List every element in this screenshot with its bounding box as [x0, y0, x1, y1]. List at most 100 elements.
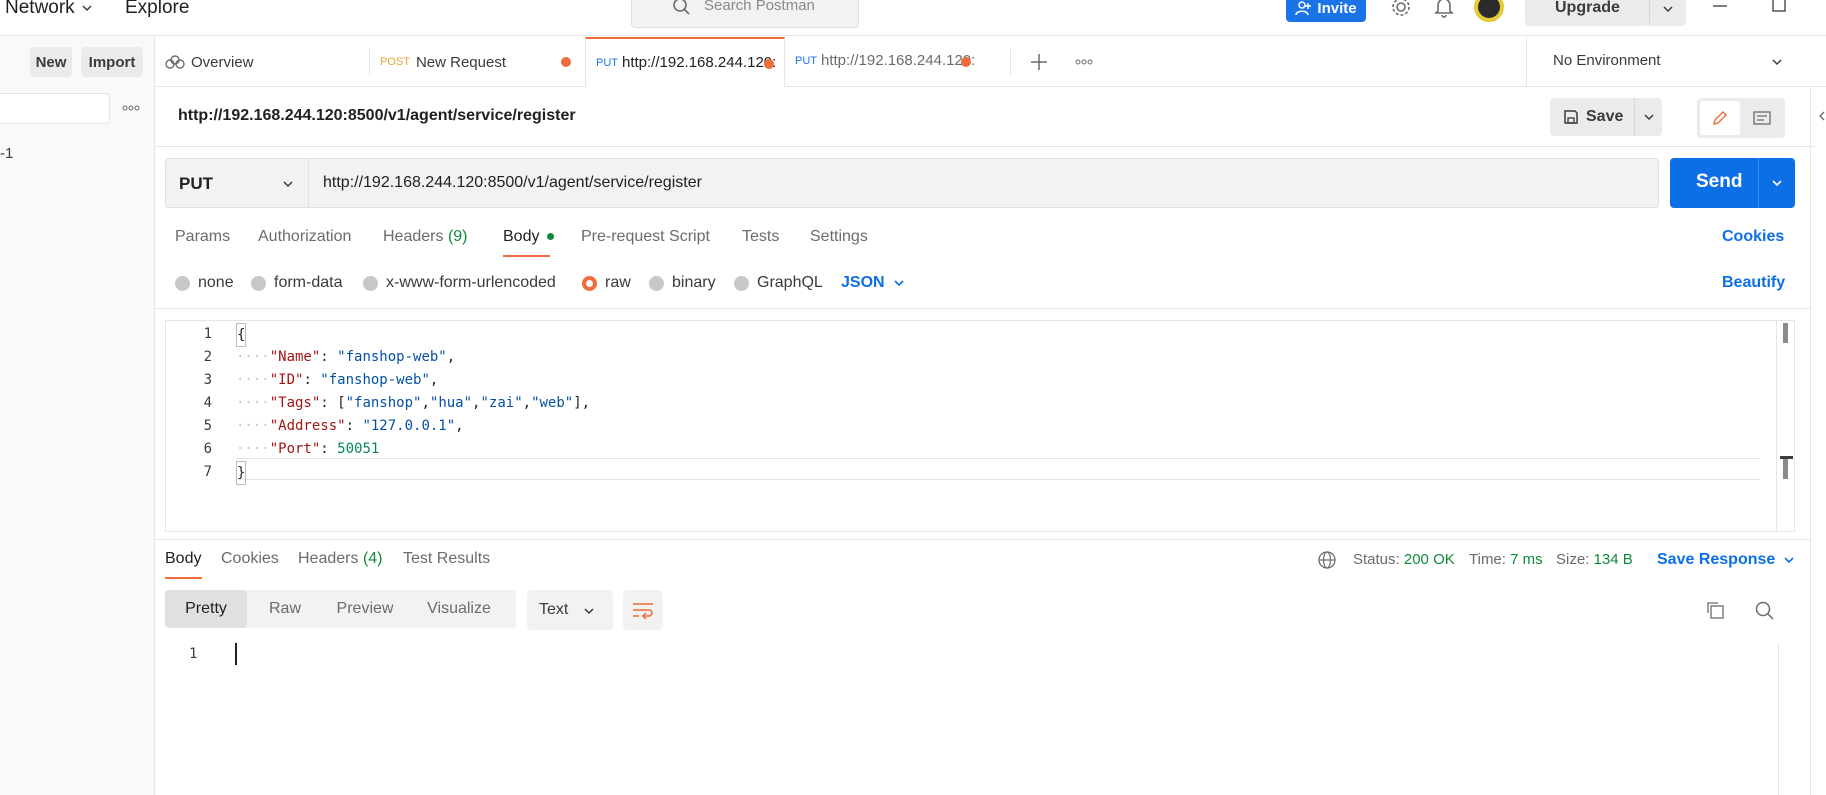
tab-params[interactable]: Params — [175, 228, 230, 246]
sidebar-filter-input[interactable] — [0, 93, 110, 124]
json-key: "Tags" — [269, 395, 321, 411]
search-placeholder: Search Postman — [704, 0, 815, 14]
search-input[interactable]: Search Postman — [631, 0, 859, 28]
radio-label: form-data — [274, 274, 343, 291]
chevron-down-icon — [584, 608, 594, 615]
minimize-icon[interactable] — [1712, 0, 1728, 16]
radio-label: GraphQL — [757, 274, 823, 291]
tab-headers-label: Headers — [383, 228, 444, 245]
tab-headers[interactable]: Headers (9) — [383, 228, 468, 246]
format-select[interactable]: JSON — [841, 274, 905, 292]
cookies-link[interactable]: Cookies — [1722, 228, 1784, 246]
save-button[interactable]: Save — [1550, 98, 1662, 136]
scroll-marker-bar — [1783, 459, 1788, 479]
divider — [155, 146, 1815, 147]
maximize-icon[interactable] — [1772, 0, 1786, 12]
unsaved-dot — [961, 57, 971, 67]
copy-icon[interactable] — [1706, 601, 1724, 619]
line-number: 1 — [189, 646, 198, 662]
save-dropdown[interactable] — [1634, 98, 1662, 136]
nav-network[interactable]: Network — [5, 0, 93, 19]
line-number: 6 — [203, 441, 212, 457]
response-tab-headers[interactable]: Headers (4) — [298, 550, 383, 568]
method-select[interactable]: PUT — [165, 158, 309, 208]
beautify-button[interactable]: Beautify — [1722, 274, 1785, 292]
radio-graphql[interactable]: GraphQL — [734, 274, 823, 292]
upgrade-button[interactable]: Upgrade — [1525, 0, 1686, 26]
current-line-highlight — [236, 458, 1760, 480]
sidebar-item[interactable]: -1 — [0, 145, 13, 162]
response-tab-test-results[interactable]: Test Results — [403, 550, 490, 568]
invite-label: Invite — [1317, 0, 1357, 17]
radio-none[interactable]: none — [175, 274, 234, 292]
tab-body[interactable]: Body — [503, 228, 554, 246]
tab-authorization[interactable]: Authorization — [258, 228, 351, 246]
mode-raw[interactable]: Raw — [247, 590, 323, 628]
tab-divider — [369, 49, 370, 75]
response-headers-label: Headers — [298, 550, 359, 567]
plus-icon[interactable] — [1030, 53, 1048, 71]
tab-tests[interactable]: Tests — [742, 228, 779, 246]
size-label: Size: — [1556, 551, 1590, 568]
tab-method: POST — [380, 56, 410, 68]
line-number: 4 — [203, 395, 212, 411]
bell-icon[interactable] — [1434, 0, 1454, 18]
import-button[interactable]: Import — [81, 47, 143, 77]
response-tab-body[interactable]: Body — [165, 550, 201, 568]
environment-select[interactable]: No Environment — [1526, 37, 1826, 87]
invite-button[interactable]: Invite — [1286, 0, 1366, 22]
wrap-lines-button[interactable] — [623, 590, 663, 630]
chevron-down-icon — [894, 280, 904, 287]
request-title[interactable]: http://192.168.244.120:8500/v1/agent/ser… — [178, 107, 576, 125]
tab-new-request[interactable]: POST New Request — [380, 37, 550, 87]
gear-icon[interactable] — [1390, 0, 1412, 18]
response-format-select[interactable]: Text — [527, 590, 613, 630]
send-dropdown[interactable] — [1758, 158, 1795, 208]
comment-mode-button[interactable] — [1742, 101, 1782, 135]
radio-circle — [363, 275, 378, 291]
tab-bar: Overview POST New Request PUT http://192… — [155, 37, 1826, 87]
tab-label: Overview — [191, 53, 254, 71]
body-editor[interactable]: 1 { 2 ····"Name": "fanshop-web", 3 ····"… — [165, 320, 1795, 532]
avatar[interactable] — [1474, 0, 1504, 22]
more-icon[interactable] — [1075, 59, 1093, 65]
view-toggle — [1697, 98, 1785, 138]
mode-visualize[interactable]: Visualize — [407, 590, 511, 628]
response-headers-count: (4) — [362, 550, 383, 567]
size-readout: Size: 134 B — [1556, 551, 1633, 568]
radio-urlencoded[interactable]: x-www-form-urlencoded — [363, 274, 556, 292]
nav-network-label: Network — [5, 0, 75, 18]
radio-form-data[interactable]: form-data — [251, 274, 342, 292]
save-icon — [1564, 110, 1578, 124]
response-body[interactable]: 1 — [165, 643, 1795, 795]
tab-prerequest-script[interactable]: Pre-request Script — [581, 228, 710, 246]
scrollbar-thumb[interactable] — [1783, 323, 1788, 343]
nav-explore[interactable]: Explore — [125, 0, 189, 19]
more-icon[interactable] — [122, 105, 140, 111]
time-value: 7 ms — [1510, 551, 1543, 568]
send-button[interactable]: Send — [1670, 158, 1795, 208]
response-format-label: Text — [539, 601, 569, 618]
radio-binary[interactable]: binary — [649, 274, 716, 292]
radio-raw[interactable]: raw — [582, 274, 631, 292]
tab-overview[interactable]: Overview — [165, 37, 365, 87]
tab-settings[interactable]: Settings — [810, 228, 868, 246]
edit-mode-button[interactable] — [1700, 101, 1740, 135]
chevron-down-icon — [1663, 6, 1673, 13]
url-input[interactable]: http://192.168.244.120:8500/v1/agent/ser… — [309, 158, 1659, 208]
mode-pretty[interactable]: Pretty — [165, 590, 247, 628]
tab-active-put[interactable]: PUT http://192.168.244.120: — [585, 37, 785, 87]
json-value: "127.0.0.1" — [362, 418, 456, 434]
mode-preview[interactable]: Preview — [323, 590, 407, 628]
format-label: JSON — [841, 274, 885, 291]
status-value: 200 OK — [1403, 551, 1455, 568]
tab-put-2[interactable]: PUT http://192.168.244.120: — [785, 37, 985, 87]
search-icon[interactable] — [1755, 601, 1775, 621]
globe-icon[interactable] — [1318, 551, 1336, 569]
response-view-modes: Pretty Raw Preview Visualize — [165, 590, 516, 628]
side-panel-icon[interactable] — [1818, 110, 1826, 122]
new-button[interactable]: New — [30, 47, 72, 77]
response-tab-cookies[interactable]: Cookies — [221, 550, 279, 568]
upgrade-dropdown[interactable] — [1649, 0, 1686, 26]
save-response-button[interactable]: Save Response — [1657, 551, 1795, 569]
